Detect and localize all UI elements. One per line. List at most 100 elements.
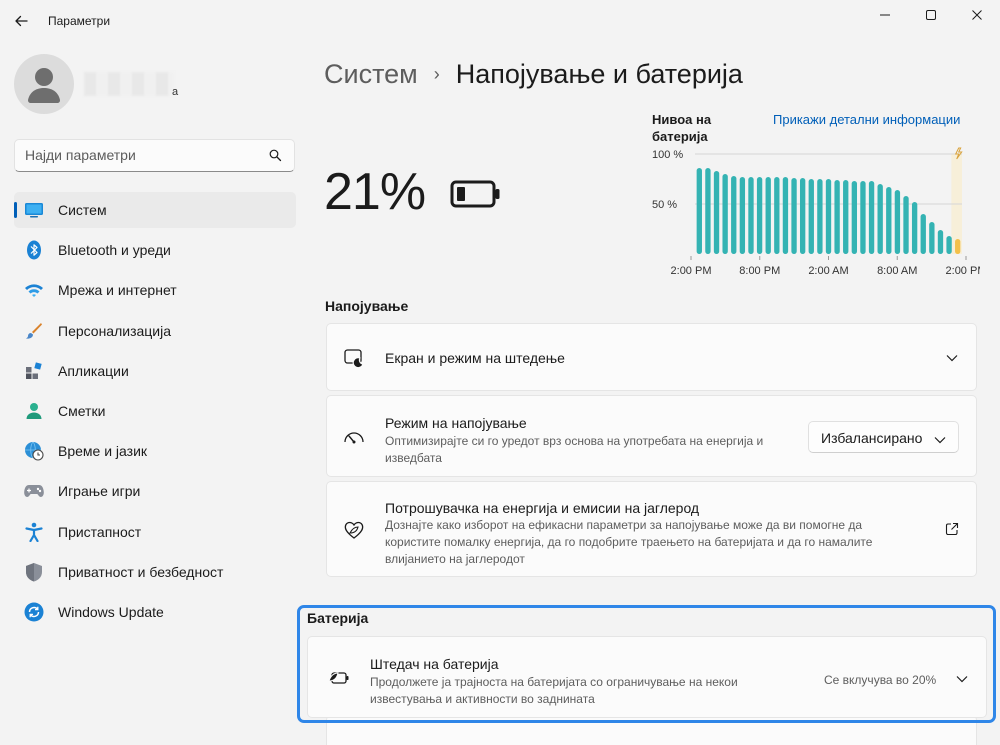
battery-level-bar	[911, 202, 918, 254]
sidebar-item-network[interactable]: Мрежа и интернет	[14, 272, 296, 308]
screen-sleep-title: Екран и режим на штедење	[385, 350, 565, 366]
battery-level-bar	[946, 236, 952, 254]
sidebar-item-accounts[interactable]: Сметки	[14, 393, 296, 429]
power-mode-select[interactable]: Избалансирано	[808, 421, 959, 453]
back-button[interactable]	[6, 6, 36, 36]
search-input[interactable]	[25, 147, 265, 163]
battery-fill	[457, 187, 465, 201]
sidebar-item-label: Апликации	[58, 362, 129, 379]
sidebar-item-label: Персонализација	[58, 322, 172, 339]
sidebar-item-label: Време и јазик	[58, 443, 148, 460]
battery-level-bar	[756, 177, 763, 254]
minimize-button[interactable]	[862, 0, 908, 30]
battery-level-bar	[808, 179, 814, 254]
brush-icon	[24, 321, 44, 341]
sidebar-item-personalization[interactable]: Персонализација	[14, 313, 296, 349]
breadcrumb-separator: ›	[433, 63, 440, 84]
battery-level-bar	[782, 177, 789, 254]
sidebar-item-label: Приватност и безбедност	[58, 563, 224, 580]
person-icon	[28, 68, 60, 103]
avatar	[14, 54, 74, 114]
battery-level-bar	[903, 196, 909, 254]
show-details-link[interactable]: Прикажи детални информации	[773, 112, 960, 127]
battery-level-bar	[799, 178, 806, 254]
app-title: Параметри	[48, 14, 111, 28]
y-tick-label: 100 %	[652, 149, 683, 161]
maximize-button[interactable]	[908, 0, 954, 30]
battery-level-bar	[886, 187, 892, 254]
energy-recommendations-card[interactable]: Потрошувачка на енергија и емисии на јаг…	[326, 481, 977, 577]
screen-sleep-icon	[343, 347, 365, 369]
shield-icon	[24, 562, 44, 582]
sidebar-item-time-language[interactable]: Време и јазик	[14, 433, 296, 469]
accessibility-icon	[24, 522, 44, 542]
x-tick-label: 2:00 AM	[808, 265, 848, 277]
gamepad-icon	[24, 481, 44, 501]
sidebar-nav: Систем Bluetooth и уреди Мрежа и интерне…	[14, 192, 296, 634]
power-section-title: Напојување	[325, 298, 409, 314]
sidebar-item-gaming[interactable]: Играње игри	[14, 473, 296, 509]
chevron-down-icon	[934, 431, 946, 449]
globe-clock-icon	[24, 441, 44, 461]
battery-level-bar	[722, 174, 728, 254]
leaf-heart-icon	[343, 519, 365, 541]
sidebar-item-bluetooth[interactable]: Bluetooth и уреди	[14, 232, 296, 268]
close-button[interactable]	[954, 0, 1000, 30]
system-icon	[24, 200, 44, 220]
battery-level-bar	[705, 168, 711, 254]
x-tick-label: 8:00 PM	[739, 265, 780, 277]
apps-icon	[24, 361, 44, 381]
sidebar-item-label: Мрежа и интернет	[58, 282, 177, 299]
battery-level-bar	[817, 179, 823, 254]
power-mode-value: Избалансирано	[821, 430, 923, 446]
breadcrumb-parent[interactable]: Систем	[324, 59, 418, 90]
sidebar-item-windows-update[interactable]: Windows Update	[14, 594, 296, 630]
current-level-bar	[955, 239, 961, 254]
battery-level-bar	[920, 214, 926, 254]
bluetooth-icon	[24, 240, 44, 260]
account-icon	[24, 401, 44, 421]
sidebar-item-system[interactable]: Систем	[14, 192, 296, 228]
battery-level-bar	[765, 177, 771, 254]
title-bar: Параметри	[0, 0, 1000, 42]
battery-levels-title: Нивоа на батерија	[652, 112, 712, 144]
sidebar-item-label: Сметки	[58, 402, 106, 419]
settings-search[interactable]	[14, 139, 295, 172]
battery-level-bar	[851, 181, 858, 254]
battery-level-bar	[825, 179, 832, 254]
minimize-icon	[880, 14, 890, 16]
search-icon[interactable]	[269, 149, 282, 162]
maximize-icon	[926, 10, 936, 20]
power-mode-icon	[343, 426, 365, 448]
battery-level-bar	[937, 230, 944, 254]
battery-level-bar	[877, 184, 883, 254]
battery-level-bar	[696, 168, 702, 254]
battery-level-bar	[774, 177, 780, 254]
energy-title: Потрошувачка на енергија и емисии на јаг…	[385, 500, 700, 516]
page-title: Напојување и батерија	[455, 58, 743, 89]
battery-level-bar	[713, 171, 720, 254]
sidebar-item-privacy[interactable]: Приватност и безбедност	[14, 554, 296, 590]
battery-level-bar	[868, 181, 875, 254]
power-mode-title: Режим на напојување	[385, 415, 527, 431]
chevron-down-icon[interactable]	[944, 350, 960, 366]
battery-level-bar	[739, 177, 746, 254]
wifi-icon	[24, 280, 44, 300]
battery-level-bar	[731, 176, 737, 254]
screen-sleep-card[interactable]: Екран и режим на штедење	[326, 323, 977, 391]
sidebar-item-label: Играње игри	[58, 483, 141, 500]
external-link-icon[interactable]	[944, 521, 960, 537]
power-mode-description: Оптимизирајте си го уредот врз основа на…	[385, 434, 764, 465]
sidebar-item-label: Bluetooth и уреди	[58, 242, 171, 259]
battery-percent: 21%	[324, 163, 426, 221]
user-name-redacted	[84, 72, 174, 96]
sidebar-item-accessibility[interactable]: Пристапност	[14, 514, 296, 550]
battery-level-bar	[860, 181, 866, 254]
sidebar-item-apps[interactable]: Апликации	[14, 353, 296, 389]
user-profile[interactable]: а	[14, 54, 284, 114]
sidebar-item-label: Пристапност	[58, 523, 142, 540]
x-tick-label: 2:00 PM	[671, 265, 712, 277]
x-tick-label: 2:00 PM	[946, 265, 980, 277]
x-tick-label: 8:00 AM	[877, 265, 917, 277]
energy-description: Дознајте како изборот на ефикасни параме…	[385, 518, 873, 566]
